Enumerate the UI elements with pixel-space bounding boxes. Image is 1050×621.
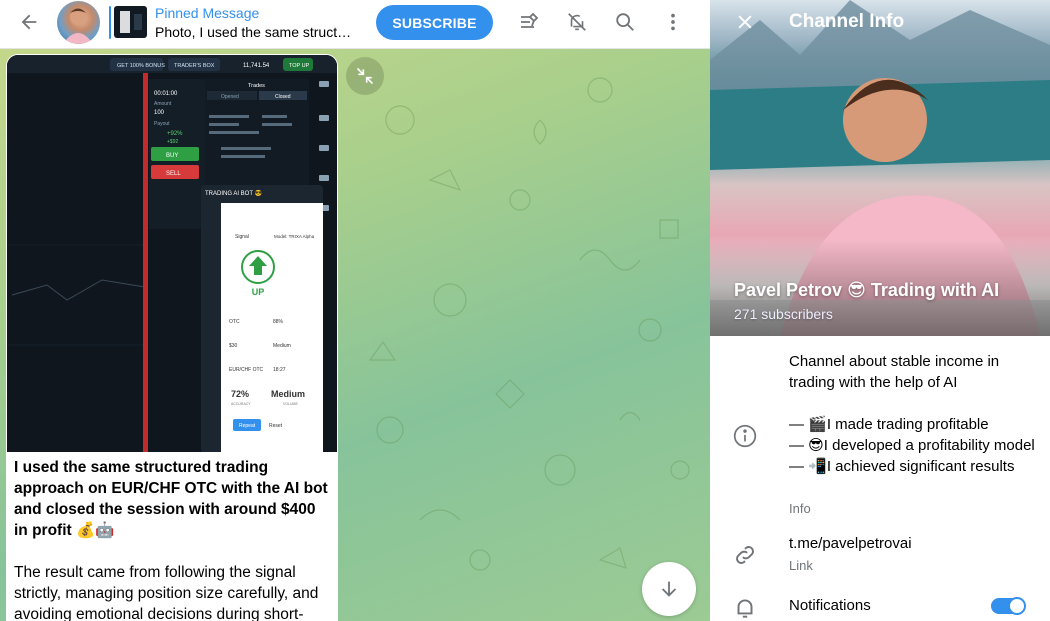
payout-pct: +92%	[167, 131, 183, 137]
panel-title: Channel Info	[789, 11, 905, 32]
volume-label: VOLUME	[283, 402, 298, 406]
channel-cover-photo[interactable]: Channel Info Pavel Petrov 😎 Trading with…	[710, 0, 1050, 336]
subscriber-count: 271 subscribers	[734, 306, 833, 322]
description-line-2: — 😎I developed a profitability model	[789, 437, 1035, 454]
close-button[interactable]	[725, 2, 765, 42]
search-icon	[616, 13, 634, 31]
trades-title: Trades	[248, 83, 265, 89]
repeat-label: Repeat	[239, 423, 256, 429]
payout-label: Payout	[154, 121, 170, 127]
channel-info-panel: Channel Info Pavel Petrov 😎 Trading with…	[710, 0, 1050, 621]
accuracy-value: 72%	[231, 389, 249, 399]
more-button[interactable]	[653, 2, 693, 42]
scroll-down-button[interactable]	[642, 562, 696, 616]
pinned-thumbnail[interactable]	[114, 6, 147, 38]
valid-until-value: 18:27	[273, 367, 286, 373]
caption-body: The result came from following the signa…	[14, 564, 319, 621]
closed-tab: Closed	[275, 94, 291, 100]
mute-button[interactable]	[557, 2, 597, 42]
traders-box-text: TRADER'S BOX	[174, 63, 215, 69]
pinned-text[interactable]: Photo, I used the same structu…	[155, 24, 355, 40]
chat-area: Pinned Message Photo, I used the same st…	[0, 0, 710, 621]
channel-description: Channel about stable income in trading w…	[789, 351, 1039, 477]
subscribe-button[interactable]: SUBSCRIBE	[376, 5, 493, 40]
pinned-indicator	[109, 6, 111, 39]
bonus-text: GET 100% BONUS	[117, 63, 165, 69]
signal-label: Signal	[235, 234, 249, 240]
bell-off-icon	[568, 13, 586, 31]
direction-up: UP	[252, 287, 265, 297]
link-label: Link	[789, 558, 813, 573]
channel-link[interactable]: t.me/pavelpetrovai	[789, 535, 912, 552]
info-icon	[733, 424, 757, 448]
payout-value: +$92	[167, 139, 178, 145]
message-photo[interactable]: GET 100% BONUS TRADER'S BOX 11,741.54 TO…	[7, 55, 337, 452]
channel-avatar[interactable]	[57, 1, 100, 44]
pinned-list-icon	[521, 12, 539, 28]
description-line-3: — 📲I achieved significant results	[789, 458, 1015, 475]
volume-value: Medium	[271, 389, 305, 399]
arrow-left-icon	[21, 14, 37, 30]
strength-value: Medium	[273, 343, 291, 349]
opened-tab: Opened	[221, 94, 239, 100]
close-icon	[738, 15, 752, 29]
more-vertical-icon	[671, 13, 675, 31]
bot-title: TRADING AI BOT 😎	[205, 189, 263, 197]
back-button[interactable]	[9, 2, 49, 42]
chat-header: Pinned Message Photo, I used the same st…	[0, 0, 710, 49]
search-button[interactable]	[605, 2, 645, 42]
collapse-icon	[356, 67, 374, 85]
amount-label: Amount	[154, 101, 172, 107]
balance-text: 11,741.54	[243, 63, 270, 69]
time-box-value: $30	[229, 343, 238, 349]
buy-label: BUY	[166, 153, 178, 159]
unpin-button[interactable]	[509, 2, 549, 42]
amount-value: 100	[154, 110, 165, 116]
message-bubble[interactable]: GET 100% BONUS TRADER'S BOX 11,741.54 TO…	[6, 54, 338, 621]
info-label: Info	[789, 501, 811, 516]
arrow-down-icon	[661, 581, 677, 597]
notifications-toggle[interactable]	[991, 597, 1026, 615]
description-line-1: — 🎬I made trading profitable	[789, 416, 989, 433]
sell-label: SELL	[166, 171, 181, 177]
message-caption: I used the same structured trading appro…	[14, 457, 332, 621]
model-label: Model: TRIXA Alpha	[274, 234, 315, 239]
link-icon	[736, 546, 754, 564]
confidence-value: 88%	[273, 319, 284, 325]
reset-label: Reset	[269, 423, 283, 429]
bell-icon	[737, 599, 753, 618]
description-intro: Channel about stable income in trading w…	[789, 353, 1000, 391]
pair-value: EUR/CHF OTC	[229, 367, 264, 373]
top-up-text: TOP UP	[289, 63, 310, 69]
caption-bold: I used the same structured trading appro…	[14, 459, 328, 539]
accuracy-label: ACCURACY	[231, 402, 251, 406]
collapse-button[interactable]	[346, 57, 384, 95]
time-value: 00:01:00	[154, 91, 178, 97]
notifications-label: Notifications	[789, 597, 871, 614]
market-value: OTC	[229, 319, 240, 325]
pinned-title[interactable]: Pinned Message	[155, 5, 259, 21]
channel-name: Pavel Petrov 😎 Trading with AI	[734, 280, 1000, 300]
